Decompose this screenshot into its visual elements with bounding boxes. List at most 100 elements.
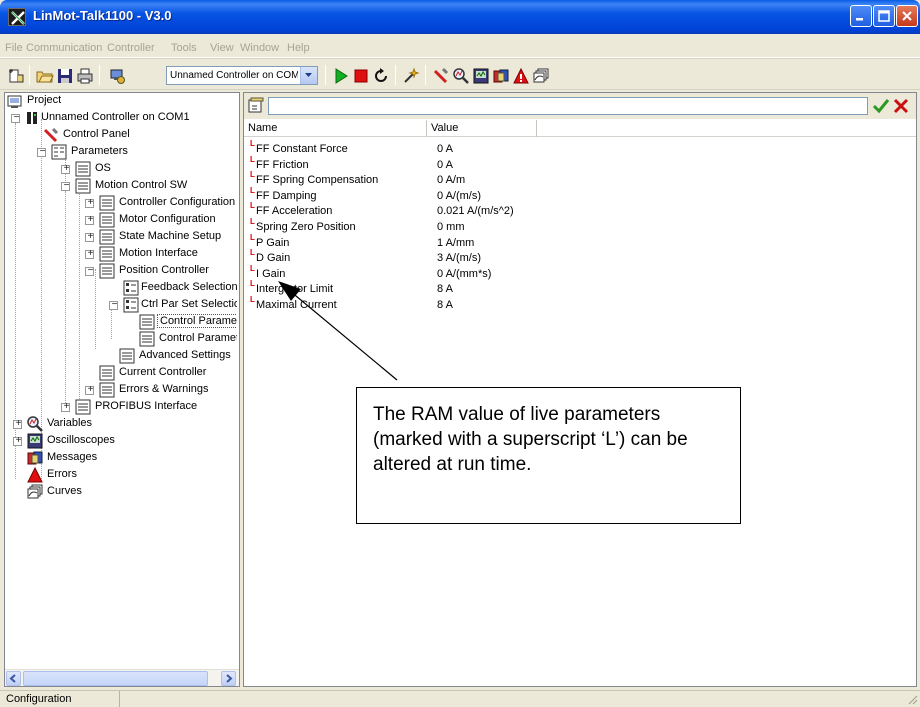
messages-icon[interactable] [492, 67, 510, 85]
menu-file[interactable]: File [5, 42, 23, 54]
project-tree[interactable]: Project − Unnamed Controller on COM1 Con… [4, 92, 240, 687]
collapse-toggle[interactable]: − [37, 146, 46, 157]
tree-label: Motion Control SW [95, 179, 188, 191]
tree-item-curves[interactable]: Curves [7, 484, 237, 501]
tree-label: Messages [47, 451, 98, 463]
tree-item-motor-configuration[interactable]: + Motor Configuration [7, 212, 237, 229]
parameter-set-icon [123, 280, 139, 296]
folder-list-icon [119, 348, 135, 364]
tree-item-ctrl-par-set-selection[interactable]: − Ctrl Par Set Selection [7, 297, 237, 314]
scroll-right-button[interactable] [221, 671, 236, 686]
menu-window[interactable]: Window [240, 42, 279, 54]
expand-toggle[interactable]: + [85, 214, 94, 225]
tree-label: Ctrl Par Set Selection [141, 298, 237, 310]
expand-toggle[interactable]: + [13, 418, 22, 429]
expand-toggle[interactable]: + [61, 401, 70, 412]
tree-label: State Machine Setup [119, 230, 222, 242]
tree-item-variables[interactable]: + Variables [7, 416, 237, 433]
tree-item-oscilloscopes[interactable]: + Oscilloscopes [7, 433, 237, 450]
scroll-thumb[interactable] [23, 671, 208, 686]
control-panel-icon [43, 127, 59, 143]
new-project-icon[interactable] [7, 67, 25, 85]
minimize-button[interactable] [850, 5, 872, 27]
tree-label: Project [27, 94, 62, 106]
expand-toggle[interactable]: + [85, 248, 94, 259]
menu-controller[interactable]: Controller [107, 42, 155, 54]
wizard-icon[interactable] [402, 67, 420, 85]
tree-item-messages[interactable]: Messages [7, 450, 237, 467]
tree-item-controller[interactable]: − Unnamed Controller on COM1 [7, 110, 237, 127]
maximize-button[interactable] [873, 5, 895, 27]
tree-label: Parameters [71, 145, 128, 157]
tree-label: Current Controller [119, 366, 207, 378]
errors-icon[interactable] [512, 67, 530, 85]
tree-item-control-parameters-2[interactable]: Control Parameters [7, 331, 237, 348]
collapse-toggle[interactable]: − [85, 265, 94, 276]
tree-label: Variables [47, 417, 93, 429]
expand-toggle[interactable]: + [85, 231, 94, 242]
expand-toggle[interactable]: + [61, 163, 70, 174]
control-panel-icon[interactable] [432, 67, 450, 85]
expand-toggle[interactable]: + [13, 435, 22, 446]
annotation-text: The RAM value of live parameters (marked… [373, 404, 688, 475]
scroll-left-button[interactable] [6, 671, 21, 686]
collapse-toggle[interactable]: − [11, 112, 20, 123]
errors-icon [27, 467, 43, 483]
tree-label: Position Controller [119, 264, 209, 276]
tree-item-motion-interface[interactable]: + Motion Interface [7, 246, 237, 263]
status-bar: Configuration [0, 690, 920, 707]
chevron-down-icon[interactable] [300, 67, 317, 84]
open-folder-icon[interactable] [36, 67, 54, 85]
tree-item-control-parameters-1[interactable]: Control Parameters [7, 314, 237, 331]
tree-item-errors-warnings[interactable]: + Errors & Warnings [7, 382, 237, 399]
expand-toggle[interactable]: + [85, 384, 94, 395]
menu-tools[interactable]: Tools [171, 42, 197, 54]
print-icon[interactable] [76, 67, 94, 85]
folder-list-icon [99, 382, 115, 398]
title-bar[interactable]: LinMot-Talk1100 - V3.0 [0, 0, 920, 34]
tree-item-project[interactable]: Project [7, 93, 237, 110]
folder-list-icon [99, 195, 115, 211]
oscilloscope-icon[interactable] [472, 67, 490, 85]
messages-icon [27, 451, 43, 465]
tree-label: Motor Configuration [119, 213, 216, 225]
tree-item-controller-configuration[interactable]: + Controller Configuration [7, 195, 237, 212]
reset-icon[interactable] [372, 67, 390, 85]
tree-item-current-controller[interactable]: Current Controller [7, 365, 237, 382]
resize-grip-icon[interactable] [906, 693, 918, 705]
connect-icon[interactable] [108, 67, 126, 85]
annotation-callout: The RAM value of live parameters (marked… [356, 387, 741, 524]
tree-item-state-machine-setup[interactable]: + State Machine Setup [7, 229, 237, 246]
collapse-toggle[interactable]: − [109, 299, 118, 310]
tree-item-profibus-interface[interactable]: + PROFIBUS Interface [7, 399, 237, 416]
tree-item-parameters[interactable]: − Parameters [7, 144, 237, 161]
variables-icon[interactable] [452, 67, 470, 85]
folder-list-icon [139, 331, 155, 347]
tree-item-errors[interactable]: Errors [7, 467, 237, 484]
folder-list-icon [99, 229, 115, 245]
folder-list-icon [75, 161, 91, 177]
tree-horizontal-scrollbar[interactable] [5, 669, 239, 686]
tree-item-advanced-settings[interactable]: Advanced Settings [7, 348, 237, 365]
menu-bar: File Communication Controller Tools View… [0, 34, 920, 58]
tree-label: Advanced Settings [139, 349, 231, 361]
expand-toggle[interactable]: + [85, 197, 94, 208]
window-title: LinMot-Talk1100 - V3.0 [33, 8, 172, 23]
stop-icon[interactable] [352, 67, 370, 85]
play-icon[interactable] [332, 67, 350, 85]
tree-item-feedback-selection[interactable]: Feedback Selection [7, 280, 237, 297]
status-text: Configuration [4, 691, 120, 707]
controller-select[interactable]: Unnamed Controller on COM1 [166, 66, 318, 85]
menu-communication[interactable]: Communication [26, 42, 102, 54]
menu-view[interactable]: View [210, 42, 234, 54]
menu-help[interactable]: Help [287, 42, 310, 54]
close-button[interactable] [896, 5, 918, 27]
tree-item-os[interactable]: + OS [7, 161, 237, 178]
curves-icon[interactable] [532, 67, 550, 85]
tree-item-motion-control-sw[interactable]: − Motion Control SW [7, 178, 237, 195]
tree-item-position-controller[interactable]: − Position Controller [7, 263, 237, 280]
folder-list-icon [75, 399, 91, 415]
tree-item-control-panel[interactable]: Control Panel [7, 127, 237, 144]
collapse-toggle[interactable]: − [61, 180, 70, 191]
save-icon[interactable] [56, 67, 74, 85]
